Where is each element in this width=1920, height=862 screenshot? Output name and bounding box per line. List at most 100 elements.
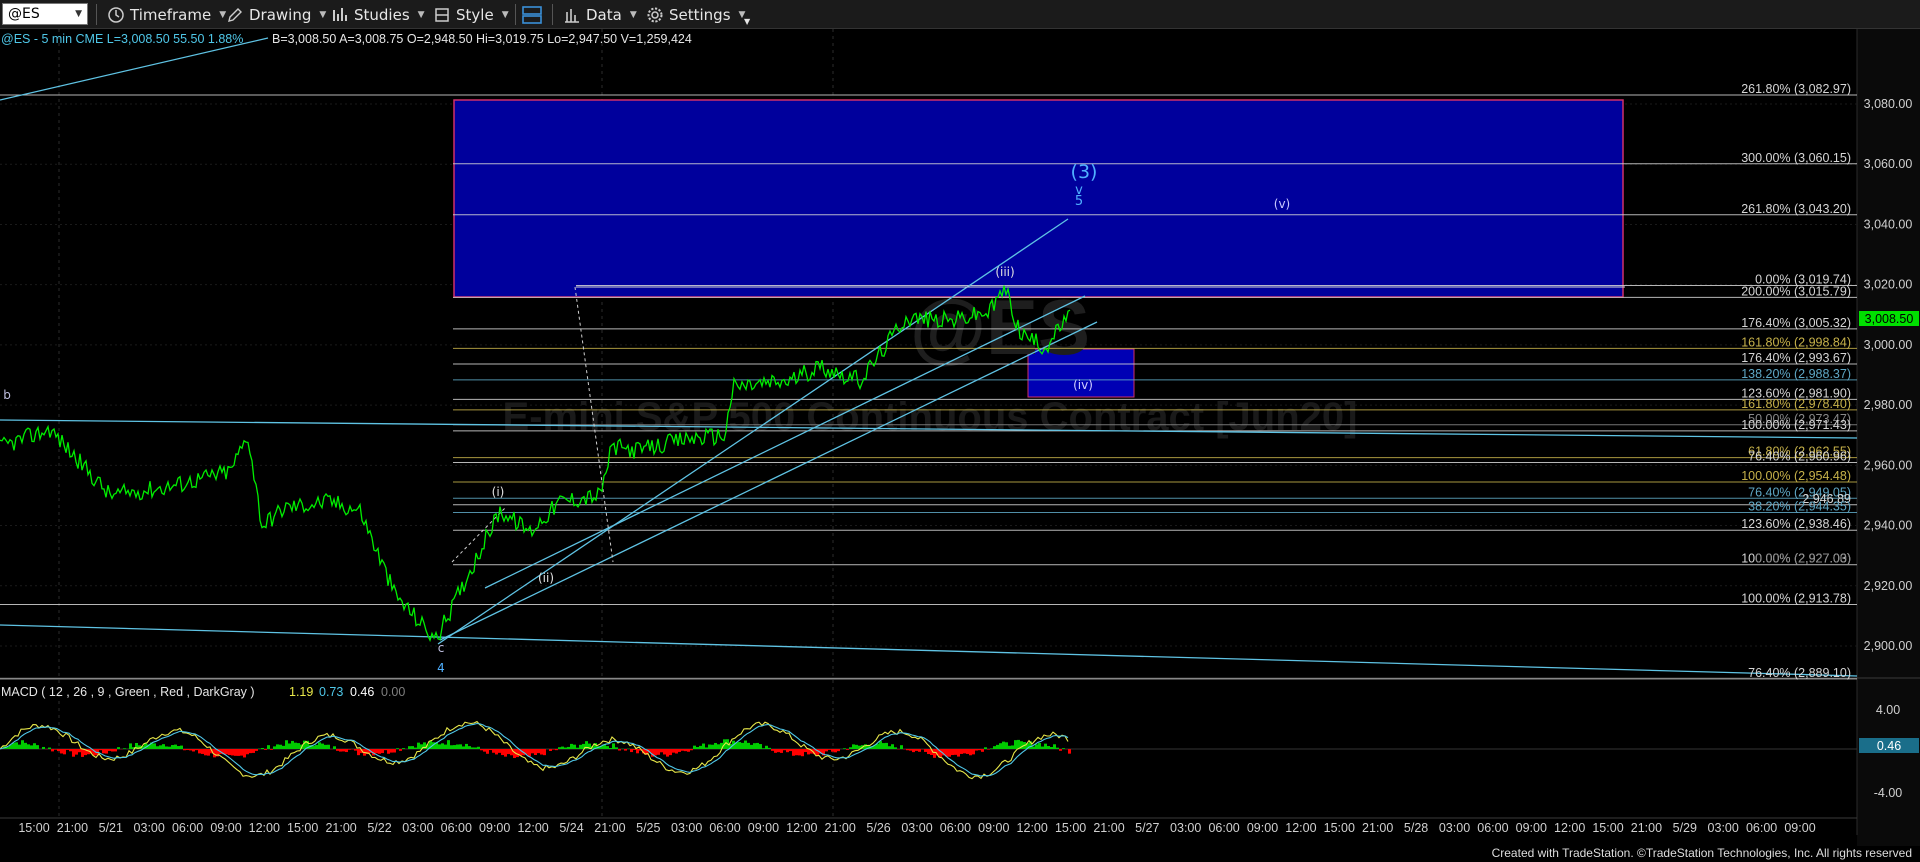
macd-histogram-bar xyxy=(624,749,627,751)
macd-histogram-bar xyxy=(846,749,849,750)
macd-histogram-bar xyxy=(24,742,27,749)
macd-histogram-bar xyxy=(153,743,156,749)
macd-histogram-bar xyxy=(882,743,885,749)
wave-label-3: (3) xyxy=(1071,161,1098,183)
macd-histogram-bar xyxy=(885,742,888,749)
macd-histogram-bar xyxy=(384,749,387,751)
macd-histogram-bar xyxy=(573,744,576,749)
macd-histogram-bar xyxy=(456,744,459,749)
macd-histogram-bar xyxy=(453,745,456,749)
chevron-down-icon: ▼ xyxy=(417,9,425,20)
macd-histogram-bar xyxy=(993,746,996,749)
symbol-header: @ES - 5 min CME L=3,008.50 55.50 1.88% xyxy=(1,32,243,46)
macd-histogram-bar xyxy=(105,749,108,754)
style-menu[interactable]: Style ▼ xyxy=(433,3,509,26)
macd-histogram-bar xyxy=(381,749,384,754)
time-axis[interactable]: 15:00 21:00 5/21 03:00 06:00 09:00 12:00 15:00 2… xyxy=(18,821,1815,835)
drawing-label: Drawing xyxy=(249,5,312,24)
time-axis-tick: 12:00 xyxy=(249,821,280,835)
macd-histogram-bar xyxy=(177,746,180,749)
macd-histogram-bar xyxy=(906,749,909,751)
data-menu[interactable]: Data ▼ xyxy=(563,3,637,26)
macd-histogram-bar xyxy=(354,749,357,751)
macd-histogram-bar xyxy=(102,749,105,754)
price-chart[interactable]: @ES E-mini S&P 500 Continuous Contract [… xyxy=(0,29,1920,846)
watermark-symbol: @ES xyxy=(910,283,1090,371)
macd-histogram-bar xyxy=(489,749,492,751)
macd-histogram-bar xyxy=(498,749,501,753)
time-axis-tick: 5/25 xyxy=(636,821,660,835)
time-axis-tick: 06:00 xyxy=(441,821,472,835)
price-axis-tick: 3,040.00 xyxy=(1864,217,1913,231)
macd-histogram-bar xyxy=(705,747,708,749)
layout-icon xyxy=(522,5,542,24)
macd-histogram-bar xyxy=(969,749,972,756)
macd-histogram-bar xyxy=(411,746,414,749)
macd-histogram-bar xyxy=(474,747,477,749)
target-zone-box xyxy=(453,99,1624,298)
macd-histogram-bar xyxy=(273,746,276,749)
macd-histogram-bar xyxy=(516,749,519,758)
macd-histogram-bar xyxy=(1041,746,1044,749)
macd-histogram-bar xyxy=(162,744,165,749)
macd-histogram-bar xyxy=(465,743,468,749)
chevron-down-icon[interactable]: ▼ xyxy=(75,4,82,24)
drawing-menu[interactable]: Drawing ▼ xyxy=(226,3,326,26)
macd-histogram-bar xyxy=(804,749,807,753)
macd-histogram-bar xyxy=(756,742,759,749)
macd-histogram-bar xyxy=(477,746,480,749)
layout-button[interactable] xyxy=(521,3,543,26)
macd-histogram-bar xyxy=(849,747,852,749)
macd-histogram-bar xyxy=(21,740,24,749)
time-axis-tick: 03:00 xyxy=(1170,821,1201,835)
macd-histogram-bar xyxy=(72,749,75,757)
timeframe-menu[interactable]: Timeframe ▼ xyxy=(107,3,226,26)
macd-histogram-bar xyxy=(843,748,846,749)
macd-histogram-bar xyxy=(717,744,720,749)
macd-histogram-bar xyxy=(117,747,120,749)
fib-level-label: 38.20% (2,944.35) xyxy=(1748,499,1851,513)
macd-histogram-bar xyxy=(564,747,567,749)
macd-histogram-bar xyxy=(129,743,132,749)
macd-histogram-bar xyxy=(252,749,255,753)
macd-histogram-bar xyxy=(765,745,768,749)
macd-histogram-bar xyxy=(636,749,639,754)
macd-histogram-bar xyxy=(27,744,30,749)
macd-histogram-bar xyxy=(507,749,510,755)
macd-histogram-bar xyxy=(786,749,789,753)
quote-stats: B=3,008.50 A=3,008.75 O=2,948.50 Hi=3,01… xyxy=(272,32,692,46)
macd-histogram-bar xyxy=(681,749,684,751)
macd-axis-tick-bottom: -4.00 xyxy=(1874,786,1903,800)
macd-histogram-bar xyxy=(198,749,201,754)
macd-histogram-bar xyxy=(783,749,786,751)
symbol-selector[interactable]: @ES ▼ xyxy=(2,3,88,25)
macd-histogram-bar xyxy=(948,749,951,757)
macd-histogram-bar xyxy=(747,742,750,749)
time-axis-tick: 5/29 xyxy=(1673,821,1697,835)
macd-histogram-bar xyxy=(972,749,975,755)
macd-histogram-bar xyxy=(462,746,465,749)
macd-histogram-bar xyxy=(168,746,171,749)
macd-histogram-bar xyxy=(768,747,771,749)
macd-value-macd: 1.19 xyxy=(289,685,313,699)
time-axis-tick: 5/28 xyxy=(1404,821,1428,835)
fib-level-label: 261.80% (3,082.97) xyxy=(1741,82,1851,96)
macd-histogram-bar xyxy=(762,748,765,749)
macd-histogram-bar xyxy=(684,749,687,752)
macd-histogram-bar xyxy=(981,749,984,752)
studies-menu[interactable]: Studies ▼ xyxy=(331,3,425,26)
macd-title: MACD ( 12 , 26 , 9 , Green , Red , DarkG… xyxy=(1,685,255,699)
macd-histogram-bar xyxy=(57,749,60,752)
wave-label-v: (v) xyxy=(1274,197,1290,211)
settings-menu[interactable]: Settings ▼ xyxy=(646,3,745,26)
macd-histogram-bar xyxy=(183,749,186,751)
time-axis-tick: 03:00 xyxy=(901,821,932,835)
time-axis-tick: 21:00 xyxy=(1631,821,1662,835)
macd-histogram-bar xyxy=(693,745,696,749)
macd-histogram-bar xyxy=(108,749,111,751)
macd-histogram-bar xyxy=(228,749,231,755)
macd-histogram-bar xyxy=(459,744,462,749)
macd-histogram-bar xyxy=(123,748,126,749)
time-axis-tick: 06:00 xyxy=(172,821,203,835)
macd-histogram-bar xyxy=(246,749,249,755)
